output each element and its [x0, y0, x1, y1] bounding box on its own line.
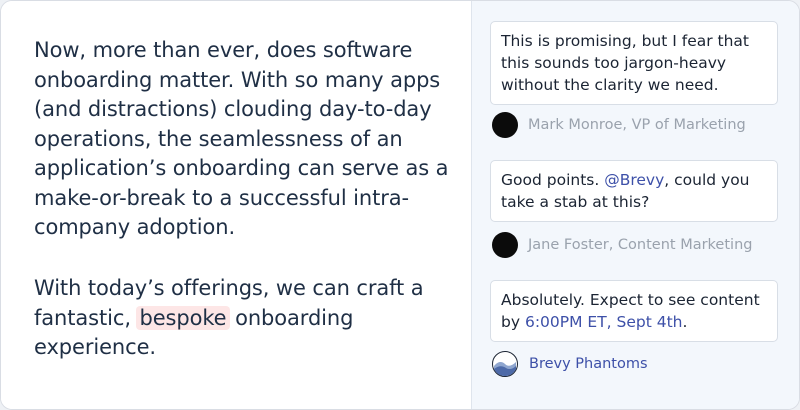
document-panel: Now, more than ever, does software onboa… — [1, 1, 471, 409]
deadline-text: 6:00PM ET, Sept 4th — [524, 313, 683, 331]
author-name: Jane Foster, Content Marketing — [528, 237, 753, 253]
avatar — [492, 232, 518, 258]
comment-author: Jane Foster, Content Marketing — [492, 232, 752, 258]
comment-card[interactable]: Good points. @Brevy, could you take a st… — [490, 160, 778, 222]
comment-text: . — [682, 313, 688, 331]
comment-author: Brevy Phantoms — [492, 351, 648, 377]
comment-author: Mark Monroe, VP of Marketing — [492, 112, 746, 138]
comment-card[interactable]: Absolutely. Expect to see content by 6:0… — [490, 280, 778, 342]
comment-text: This is promising, but I fear that this … — [501, 32, 749, 94]
highlighted-word[interactable]: bespoke — [136, 305, 230, 330]
avatar — [492, 112, 518, 138]
author-name: Brevy Phantoms — [529, 356, 648, 372]
comment-text: Good points. — [501, 171, 605, 189]
comment-card[interactable]: This is promising, but I fear that this … — [490, 21, 778, 105]
document-paragraph-1: Now, more than ever, does software onboa… — [34, 38, 449, 239]
user-mention[interactable]: @Brevy — [604, 171, 664, 189]
app-frame: Now, more than ever, does software onboa… — [0, 0, 800, 410]
author-name: Mark Monroe, VP of Marketing — [528, 117, 746, 133]
brevy-logo-icon — [492, 351, 518, 377]
comments-sidebar: This is promising, but I fear that this … — [471, 1, 799, 409]
document-paragraph-2: With today’s offerings, we can craft a f… — [34, 274, 454, 363]
